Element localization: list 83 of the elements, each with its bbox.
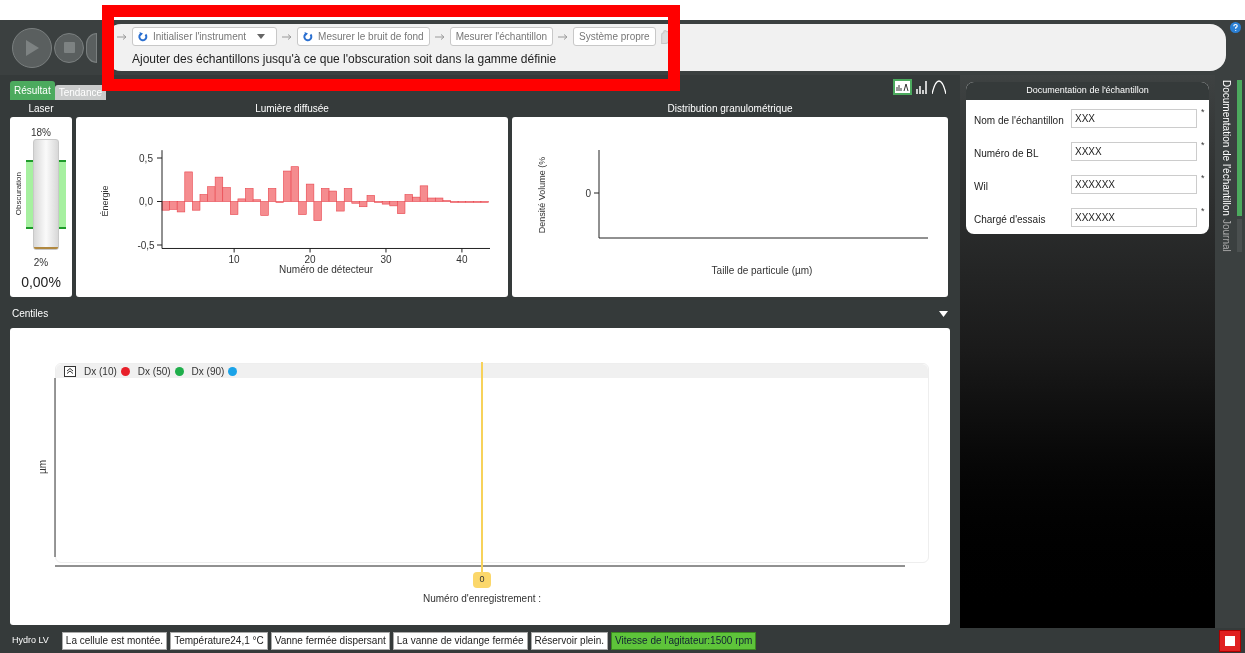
bar — [321, 188, 330, 202]
range-max-label: 18% — [30, 126, 52, 140]
axis-label: Numéro de détecteur — [279, 264, 373, 275]
tick-label: 10 — [228, 254, 240, 265]
cursor-badge: 0 — [473, 572, 491, 588]
workflow-step[interactable]: Initialiser l'instrument — [132, 27, 278, 46]
help-icon[interactable] — [1230, 22, 1241, 33]
bar — [313, 201, 322, 221]
tick-label: 40 — [456, 254, 468, 265]
chevron-up-icon — [66, 368, 74, 374]
axis-label: Obscuration — [13, 172, 24, 216]
obscuration-value: 0,00% — [20, 273, 62, 292]
play-icon — [24, 38, 40, 57]
axis-label: µm — [37, 459, 48, 475]
view-mode-button[interactable] — [893, 79, 912, 95]
range-min-label: 2% — [32, 256, 50, 270]
collapse-legend-button[interactable] — [64, 365, 76, 377]
tick-label: 20 — [304, 254, 316, 265]
tick-label: 0 — [585, 188, 591, 199]
panel-title: Laser — [27, 102, 55, 116]
settings-button[interactable] — [86, 32, 97, 63]
device-name: Hydro LV — [12, 633, 49, 647]
field-label: Chargé d'essais — [974, 213, 1047, 227]
text-field[interactable]: XXXX — [1071, 142, 1197, 161]
bar-chart-icon — [916, 80, 928, 94]
field-label: Numéro de BL — [974, 147, 1040, 161]
tick-label: 0,0 — [139, 196, 153, 207]
panel-title: Centiles — [12, 307, 49, 321]
required-mark: * — [1201, 139, 1205, 152]
stop-icon — [63, 42, 75, 53]
legend-label: Dx (50) — [137, 364, 171, 379]
side-tab[interactable]: Documentation de l'échantillon — [1218, 80, 1242, 216]
refresh-icon — [138, 31, 148, 42]
status-chip: La vanne de vidange fermée — [392, 631, 528, 650]
bar — [328, 190, 337, 202]
stop-icon — [1225, 635, 1235, 646]
collapse-icon[interactable] — [939, 310, 948, 317]
status-chip: Vanne fermée dispersant — [270, 631, 390, 650]
axis-label: Densité Volume (% — [537, 156, 547, 234]
tab[interactable]: Résultat — [10, 81, 55, 100]
legend-label: Dx (10) — [84, 364, 117, 379]
panel-header: Documentation de l'échantillon — [966, 82, 1209, 100]
text-field[interactable]: XXXXXX — [1071, 175, 1197, 194]
hand-icon — [660, 29, 671, 44]
play-button[interactable] — [12, 27, 52, 68]
panel-title: Distribution granulométrique — [666, 102, 794, 116]
tick-label: 30 — [380, 254, 392, 265]
arrow-icon — [117, 33, 127, 40]
instruction-text: Ajouter des échantillons jusqu'à ce que l'obscuration soit dans la gamme définie — [131, 51, 557, 68]
field-label: Nom de l'échantillon — [974, 114, 1065, 128]
tick-label: -0,5 — [137, 239, 155, 251]
required-mark: * — [1201, 106, 1205, 119]
workflow-step[interactable]: Mesurer le bruit de fond — [297, 27, 430, 46]
axis-label: Énergie — [100, 185, 110, 217]
arrow-icon — [558, 33, 569, 40]
bar — [305, 183, 315, 202]
chart-icon — [895, 82, 910, 92]
tick-label: 0,5 — [139, 152, 153, 164]
text-field[interactable]: XXX — [1071, 109, 1197, 128]
axis-label: Numéro d'enregistrement : — [422, 593, 542, 604]
dropdown-caret-icon — [257, 34, 266, 39]
workflow-step[interactable]: Système propre — [573, 27, 656, 46]
panel-title: Lumière diffusée — [254, 102, 330, 116]
status-chip: La cellule est montée. — [61, 631, 168, 650]
arrow-icon — [282, 33, 293, 40]
refresh-icon — [303, 31, 314, 42]
bar — [169, 201, 178, 210]
arrow-icon — [434, 33, 445, 40]
status-chip: Température24,1 °C — [170, 631, 268, 650]
workflow-step[interactable]: Mesurer l'échantillon — [449, 27, 554, 46]
field-label: Wil — [974, 180, 989, 194]
bar — [336, 201, 345, 212]
view-mode-button[interactable] — [915, 79, 929, 95]
status-chip: Vitesse de l'agitateur:1500 rpm — [611, 631, 757, 650]
legend-label: Dx (90) — [191, 364, 225, 379]
required-mark: * — [1201, 172, 1205, 185]
stop-button[interactable] — [1219, 629, 1241, 652]
text-field[interactable]: XXXXXX — [1071, 208, 1197, 227]
side-tab[interactable]: Journal — [1218, 218, 1242, 252]
axis-label: Taille de particule (µm) — [711, 265, 813, 276]
required-mark: * — [1201, 205, 1205, 218]
status-chip: Réservoir plein. — [530, 631, 608, 650]
curve-icon — [932, 80, 946, 94]
